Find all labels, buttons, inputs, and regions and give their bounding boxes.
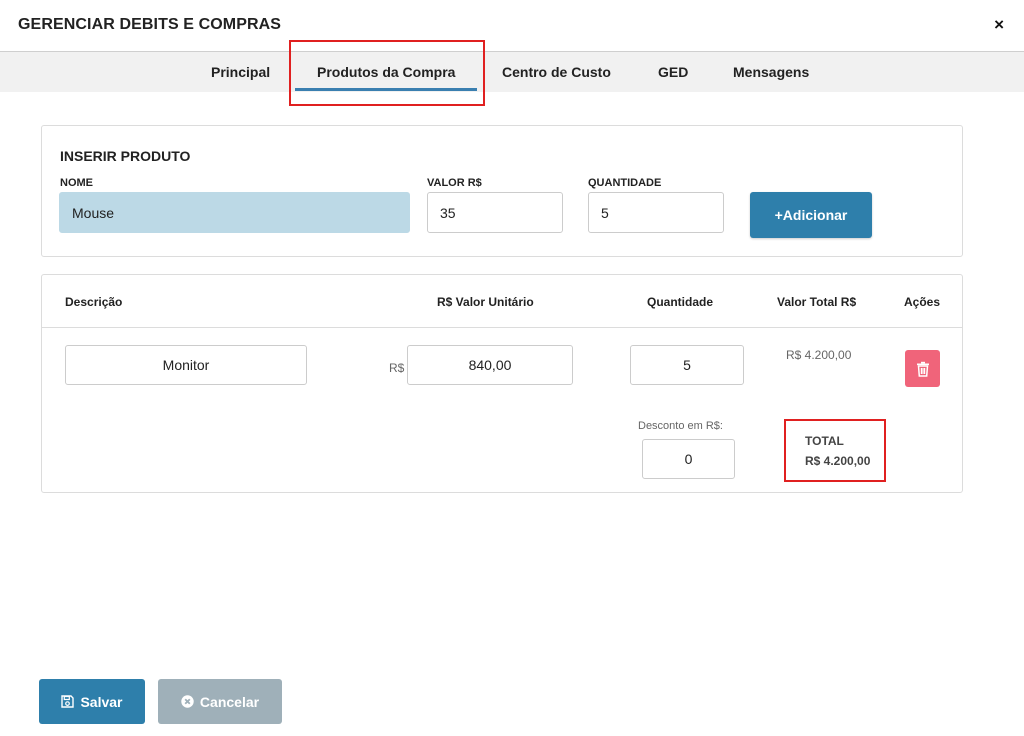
- close-icon[interactable]: ×: [994, 15, 1004, 35]
- currency-prefix: R$: [389, 361, 405, 375]
- header-description: Descrição: [65, 295, 123, 309]
- cancel-label: Cancelar: [199, 693, 260, 710]
- tab-bar: Principal Produtos da Compra Centro de C…: [0, 51, 1024, 92]
- tab-centro-de-custo[interactable]: Centro de Custo: [502, 52, 611, 93]
- discount-label: Desconto em R$:: [638, 420, 723, 432]
- total-value: R$ 4.200,00: [805, 454, 871, 468]
- header-actions: Ações: [904, 295, 941, 309]
- delete-row-button[interactable]: [905, 350, 940, 387]
- value-label: VALOR R$: [427, 177, 482, 189]
- times-circle-icon: [181, 695, 194, 708]
- table-header-divider: [42, 327, 962, 328]
- cancel-button[interactable]: Cancelar: [158, 679, 282, 724]
- trash-icon: [916, 361, 929, 377]
- insert-product-panel: INSERIR PRODUTO NOME VALOR R$ QUANTIDADE…: [41, 125, 963, 257]
- row-description-input[interactable]: Monitor: [65, 345, 307, 385]
- add-product-button[interactable]: +Adicionar: [750, 192, 872, 238]
- tab-mensagens[interactable]: Mensagens: [733, 52, 809, 93]
- save-button[interactable]: Salvar: [39, 679, 145, 724]
- row-unit-value-input[interactable]: 840,00: [407, 345, 573, 385]
- product-name-input[interactable]: [59, 192, 410, 233]
- product-value-input[interactable]: [427, 192, 563, 233]
- header-unit-value: R$ Valor Unitário: [437, 295, 534, 309]
- header-quantity: Quantidade: [647, 295, 714, 309]
- tab-principal[interactable]: Principal: [211, 52, 270, 93]
- header-total-value: Valor Total R$: [777, 295, 857, 309]
- save-label: Salvar: [80, 693, 123, 710]
- tab-produtos-da-compra[interactable]: Produtos da Compra: [294, 52, 479, 93]
- row-total-value: R$ 4.200,00: [786, 348, 852, 362]
- insert-product-title: INSERIR PRODUTO: [60, 148, 191, 164]
- floppy-disk-icon: [61, 695, 75, 708]
- total-label: TOTAL: [805, 434, 844, 448]
- product-quantity-input[interactable]: [588, 192, 724, 233]
- row-quantity-input[interactable]: 5: [630, 345, 744, 385]
- products-table-panel: Descrição R$ Valor Unitário Quantidade V…: [41, 274, 963, 493]
- tab-ged[interactable]: GED: [658, 52, 688, 93]
- discount-input[interactable]: 0: [642, 439, 735, 479]
- name-label: NOME: [60, 177, 93, 189]
- modal-title: GERENCIAR DEBITS E COMPRAS: [18, 16, 282, 33]
- quantity-label: QUANTIDADE: [588, 177, 662, 189]
